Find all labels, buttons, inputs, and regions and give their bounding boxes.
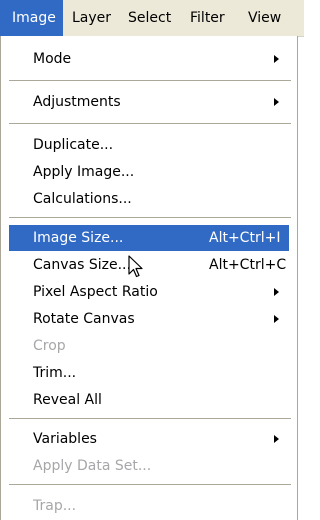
menu-select[interactable]: Select: [128, 0, 171, 36]
menu-item-calculations[interactable]: Calculations...: [9, 186, 289, 212]
submenu-arrow-icon: [274, 55, 279, 63]
menu-item-label: Apply Data Set...: [33, 458, 152, 474]
separator: [9, 418, 291, 421]
menu-item-label: Trim...: [33, 365, 77, 381]
separator: [9, 123, 291, 126]
menu-item-label: Crop: [33, 338, 66, 354]
menu-item-label: Apply Image...: [33, 164, 135, 180]
menu-item-duplicate[interactable]: Duplicate...: [9, 132, 289, 158]
menu-item-crop[interactable]: Crop: [9, 333, 289, 359]
menu-view[interactable]: View: [248, 0, 281, 36]
submenu-arrow-icon: [274, 288, 279, 296]
menu-item-reveal-all[interactable]: Reveal All: [9, 387, 289, 413]
menu-item-label: Mode: [33, 51, 72, 67]
menu-item-label: Duplicate...: [33, 137, 114, 153]
menu-item-apply-image[interactable]: Apply Image...: [9, 159, 289, 185]
menu-item-label: Trap...: [33, 498, 77, 514]
mouse-pointer-icon: [128, 255, 143, 278]
menu-item-rotate-canvas[interactable]: Rotate Canvas: [9, 306, 289, 332]
menu-item-label: Image Size...: [33, 230, 124, 246]
submenu-arrow-icon: [274, 315, 279, 323]
menu-item-trap[interactable]: Trap...: [9, 493, 289, 519]
menu-item-label: Adjustments: [33, 94, 121, 110]
menu-item-apply-data-set[interactable]: Apply Data Set...: [9, 453, 289, 479]
menu-item-mode[interactable]: Mode: [9, 46, 289, 72]
menu-item-label: Calculations...: [33, 191, 132, 207]
menu-item-trim[interactable]: Trim...: [9, 360, 289, 386]
image-menu-dropdown: Mode Adjustments Duplicate... Apply Imag…: [0, 36, 298, 520]
menu-filter[interactable]: Filter: [190, 0, 225, 36]
menu-item-label: Variables: [33, 431, 97, 447]
menu-item-label: Pixel Aspect Ratio: [33, 284, 158, 300]
separator: [9, 80, 291, 83]
menu-image[interactable]: Image: [0, 0, 63, 36]
menu-item-variables[interactable]: Variables: [9, 426, 289, 452]
menu-item-pixel-aspect-ratio[interactable]: Pixel Aspect Ratio: [9, 279, 289, 305]
menu-item-label: Reveal All: [33, 392, 102, 408]
menu-item-adjustments[interactable]: Adjustments: [9, 89, 289, 115]
submenu-arrow-icon: [274, 435, 279, 443]
menu-item-shortcut: Alt+Ctrl+C: [209, 257, 287, 273]
menu-item-label: Rotate Canvas: [33, 311, 135, 327]
separator: [9, 217, 291, 220]
menu-layer[interactable]: Layer: [72, 0, 111, 36]
menu-item-shortcut: Alt+Ctrl+I: [209, 230, 281, 246]
menu-item-label: Canvas Size...: [33, 257, 131, 273]
menu-bar: Image Layer Select Filter View: [0, 0, 304, 37]
menu-item-canvas-size[interactable]: Canvas Size... Alt+Ctrl+C: [9, 252, 289, 278]
submenu-arrow-icon: [274, 98, 279, 106]
separator: [9, 484, 291, 487]
menu-item-image-size[interactable]: Image Size... Alt+Ctrl+I: [9, 225, 289, 251]
